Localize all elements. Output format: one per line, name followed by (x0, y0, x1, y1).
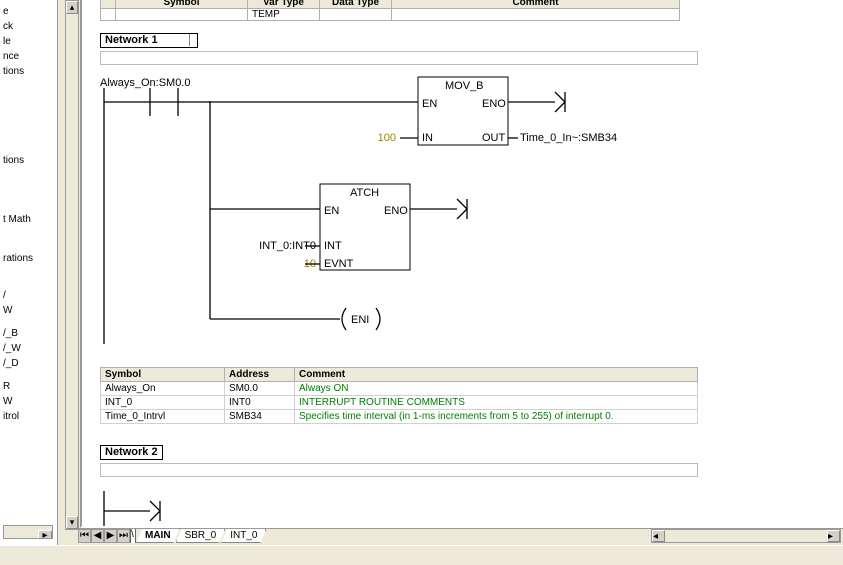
svg-text:IN: IN (422, 132, 433, 144)
tree-item[interactable]: tions (3, 155, 57, 166)
table-row[interactable]: Time_0_Intrvl SMB34 Specifies time inter… (101, 410, 698, 424)
scroll-right-icon[interactable]: ▸ (827, 530, 840, 542)
tab-int0[interactable]: INT_0 (221, 529, 266, 543)
tab-first-icon[interactable]: ⏮ (78, 529, 91, 543)
table-row[interactable]: Always_On SM0.0 Always ON (101, 382, 698, 396)
tree-item[interactable]: / (3, 290, 57, 301)
svg-text:ENI: ENI (351, 314, 369, 326)
scroll-right-icon[interactable]: ▸ (38, 530, 52, 539)
svg-text:EN: EN (422, 98, 437, 110)
tree-item[interactable]: /_D (3, 358, 57, 369)
svg-text:MOV_B: MOV_B (445, 80, 484, 92)
table-row[interactable]: INT_0 INT0 INTERRUPT ROUTINE COMMENTS (101, 396, 698, 410)
status-bar (0, 545, 843, 565)
svg-text:ENO: ENO (482, 98, 506, 110)
svg-text:Time_0_In~:SMB34: Time_0_In~:SMB34 (520, 132, 617, 144)
tree-item[interactable]: W (3, 396, 57, 407)
network-comment-2[interactable] (100, 463, 698, 477)
svg-text:ATCH: ATCH (350, 187, 379, 199)
network-header-2[interactable]: Network 2 (100, 445, 163, 460)
tree-item[interactable]: /_W (3, 343, 57, 354)
tree-item[interactable]: ck (3, 21, 57, 32)
tab-last-icon[interactable]: ⏭ (117, 529, 130, 543)
tree-item[interactable]: /_B (3, 328, 57, 339)
editor-vscroll[interactable]: ▴ ▾ (65, 0, 79, 530)
scroll-left-icon[interactable]: ◂ (652, 530, 665, 542)
svg-text:ENO: ENO (384, 205, 408, 217)
tree-item[interactable]: t Math (3, 214, 57, 225)
tree-item[interactable]: rations (3, 253, 57, 264)
ladder-editor[interactable]: Symbol Var Type Data Type Comment TEMP N… (80, 0, 843, 528)
scroll-up-icon[interactable]: ▴ (66, 1, 78, 14)
tree-item[interactable]: tions (3, 66, 57, 77)
sidebar-hscroll[interactable]: ▸ (3, 525, 53, 539)
svg-text:EN: EN (324, 205, 339, 217)
tree-item[interactable]: e (3, 6, 57, 17)
tab-main[interactable]: MAIN (136, 529, 180, 543)
symbol-table[interactable]: Symbol Address Comment Always_On SM0.0 A… (100, 367, 698, 424)
tab-next-icon[interactable]: ▶ (104, 529, 117, 543)
network-header-1[interactable]: Network 1 (100, 33, 198, 48)
svg-text:INT: INT (324, 240, 342, 252)
tab-prev-icon[interactable]: ◀ (91, 529, 104, 543)
instruction-tree[interactable]: e ck le nce tions tions t Math rations /… (0, 0, 58, 545)
var-table: Symbol Var Type Data Type Comment TEMP (100, 0, 680, 21)
tree-item[interactable]: le (3, 36, 57, 47)
svg-text:OUT: OUT (482, 132, 506, 144)
tab-bar: ⏮ ◀ ▶ ⏭ \ MAIN SBR_0 INT_0 ◂ ▸ (78, 528, 843, 543)
svg-text:100: 100 (378, 132, 396, 144)
tree-item[interactable]: itrol (3, 411, 57, 422)
tree-item[interactable]: W (3, 305, 57, 316)
network-comment-1[interactable] (100, 51, 698, 65)
scroll-down-icon[interactable]: ▾ (66, 516, 78, 529)
svg-text:EVNT: EVNT (324, 258, 354, 270)
tree-item[interactable]: nce (3, 51, 57, 62)
editor-hscroll[interactable]: ◂ ▸ (651, 529, 841, 543)
contact-label: Always_On:SM0.0 (100, 77, 190, 89)
tree-item[interactable]: R (3, 381, 57, 392)
tab-sbr0[interactable]: SBR_0 (176, 529, 226, 543)
